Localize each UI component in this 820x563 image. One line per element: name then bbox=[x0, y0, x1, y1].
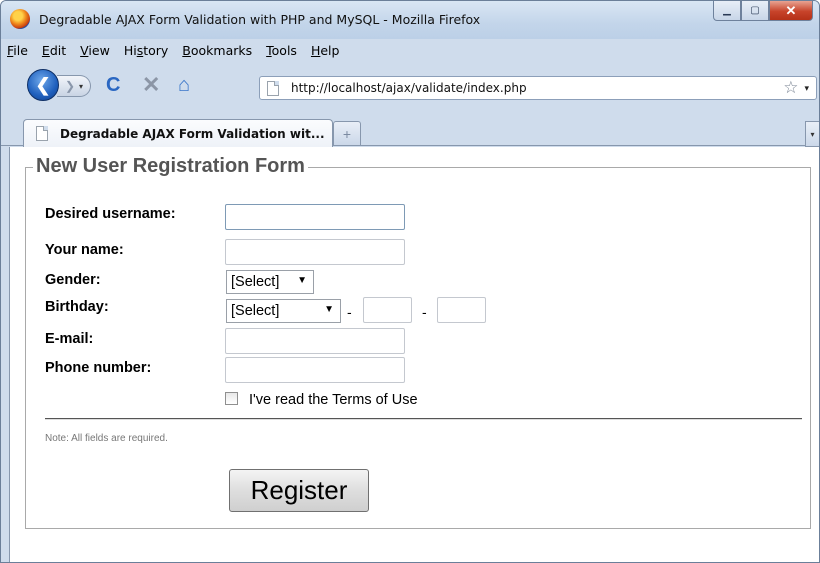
page-icon bbox=[267, 80, 279, 96]
browser-window: Degradable AJAX Form Validation with PHP… bbox=[0, 0, 820, 563]
birthday-year-input[interactable] bbox=[437, 297, 486, 323]
minimize-icon: ▁ bbox=[723, 5, 731, 16]
window-title: Degradable AJAX Form Validation with PHP… bbox=[39, 12, 481, 27]
firefox-logo-icon bbox=[10, 9, 30, 29]
new-tab-button[interactable]: + bbox=[333, 121, 361, 145]
bookmark-star-icon[interactable]: ☆ bbox=[783, 78, 798, 98]
terms-label[interactable]: I've read the Terms of Use bbox=[249, 392, 418, 408]
tab-active[interactable]: Degradable AJAX Form Validation wit... bbox=[23, 119, 333, 147]
history-dropdown-icon[interactable]: ▾ bbox=[79, 82, 83, 91]
url-dropdown-icon[interactable]: ▾ bbox=[804, 83, 809, 94]
tab-list-dropdown-icon[interactable]: ▾ bbox=[805, 121, 819, 147]
username-label: Desired username: bbox=[45, 206, 176, 222]
title-bar[interactable]: Degradable AJAX Form Validation with PHP… bbox=[1, 1, 819, 39]
birthday-month-select[interactable]: [Select] ▼ bbox=[226, 299, 341, 323]
forward-button[interactable]: ❯ bbox=[57, 75, 91, 97]
tab-page-icon bbox=[36, 126, 48, 141]
navigation-toolbar: ❯ ▾ ❮ C ✕ ⌂ http://localhost/ajax/valida… bbox=[1, 61, 819, 113]
register-button[interactable]: Register bbox=[229, 469, 369, 512]
tab-label: Degradable AJAX Form Validation wit... bbox=[60, 126, 325, 141]
stop-icon[interactable]: ✕ bbox=[142, 72, 160, 98]
plus-icon: + bbox=[342, 125, 352, 142]
home-icon[interactable]: ⌂ bbox=[178, 74, 190, 97]
menu-tools[interactable]: Tools bbox=[264, 43, 299, 58]
maximize-button[interactable]: ▢ bbox=[741, 1, 769, 21]
required-note: Note: All fields are required. bbox=[45, 433, 168, 444]
birthday-month-value: [Select] bbox=[231, 303, 280, 319]
birthday-dash-1: - bbox=[347, 304, 352, 320]
menu-bar: File Edit View History Bookmarks Tools H… bbox=[1, 39, 819, 61]
form-legend: New User Registration Form bbox=[33, 155, 308, 178]
gender-dropdown-icon: ▼ bbox=[297, 275, 307, 286]
back-arrow-icon: ❮ bbox=[35, 74, 51, 95]
tab-strip: Degradable AJAX Form Validation wit... +… bbox=[1, 113, 819, 147]
birthday-label: Birthday: bbox=[45, 299, 109, 315]
menu-edit[interactable]: Edit bbox=[40, 43, 68, 58]
minimize-button[interactable]: ▁ bbox=[713, 1, 741, 21]
address-bar[interactable]: http://localhost/ajax/validate/index.php… bbox=[259, 76, 817, 100]
menu-history[interactable]: History bbox=[122, 43, 170, 58]
phone-label: Phone number: bbox=[45, 360, 152, 376]
birthday-dash-2: - bbox=[422, 304, 427, 320]
name-input[interactable] bbox=[225, 239, 405, 265]
menu-help[interactable]: Help bbox=[309, 43, 342, 58]
forward-arrow-icon: ❯ bbox=[65, 79, 76, 93]
back-button[interactable]: ❮ bbox=[27, 69, 59, 101]
url-text[interactable]: http://localhost/ajax/validate/index.php bbox=[291, 81, 783, 95]
menu-view[interactable]: View bbox=[78, 43, 112, 58]
gender-select[interactable]: [Select] ▼ bbox=[226, 270, 314, 294]
menu-file[interactable]: File bbox=[5, 43, 30, 58]
menu-bookmarks[interactable]: Bookmarks bbox=[180, 43, 254, 58]
email-input[interactable] bbox=[225, 328, 405, 354]
name-label: Your name: bbox=[45, 242, 124, 258]
maximize-icon: ▢ bbox=[750, 5, 760, 16]
gender-select-value: [Select] bbox=[231, 274, 280, 290]
close-button[interactable]: ✕ bbox=[769, 1, 813, 21]
window-controls: ▁ ▢ ✕ bbox=[713, 1, 813, 21]
gender-label: Gender: bbox=[45, 272, 101, 288]
reload-icon[interactable]: C bbox=[106, 74, 120, 97]
close-icon: ✕ bbox=[785, 2, 797, 18]
username-input[interactable] bbox=[225, 204, 405, 230]
birthday-month-dropdown-icon: ▼ bbox=[324, 304, 334, 315]
terms-checkbox[interactable] bbox=[225, 392, 238, 405]
phone-input[interactable] bbox=[225, 357, 405, 383]
email-label: E-mail: bbox=[45, 331, 94, 347]
form-divider bbox=[45, 418, 802, 420]
birthday-day-input[interactable] bbox=[363, 297, 412, 323]
